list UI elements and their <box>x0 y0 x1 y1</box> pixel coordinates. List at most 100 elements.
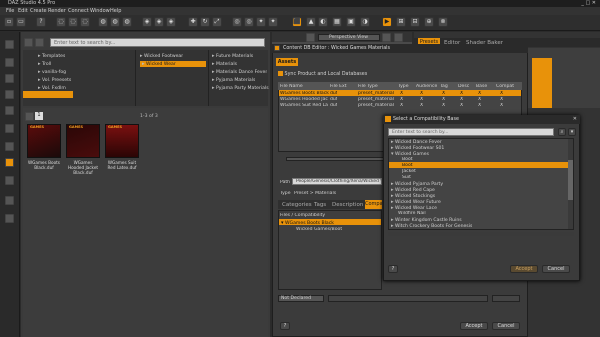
render-icon[interactable]: ▶ <box>382 17 392 27</box>
menu-item-render[interactable]: Render <box>48 8 66 14</box>
tool-icon[interactable]: ⊞ <box>396 17 406 27</box>
tree-scroll-thumb[interactable] <box>568 160 573 200</box>
editor-help-button[interactable]: ? <box>280 322 290 330</box>
tool-icon[interactable]: ◈ <box>166 17 176 27</box>
menu-item-edit[interactable]: Edit <box>18 8 28 14</box>
forward-icon[interactable] <box>34 38 44 47</box>
tool-icon[interactable]: ✚ <box>188 17 198 27</box>
folder-open-icon[interactable] <box>5 58 14 67</box>
back-icon[interactable] <box>24 38 33 47</box>
tool-icon[interactable]: ▲ <box>306 17 316 27</box>
folder-item[interactable]: ▸ Vol. Preesets <box>38 77 71 83</box>
file-compat-item[interactable]: Wicked Games/Boot <box>296 227 342 232</box>
column-header[interactable]: Type <box>398 84 409 89</box>
table-cell[interactable]: WGames Suit Red Latex <box>280 103 328 108</box>
folder-item-selected[interactable]: ▸ Wicked Wear <box>140 61 206 67</box>
open-icon[interactable]: ▭ <box>16 17 26 27</box>
folder-item[interactable]: ▸ Materials <box>212 61 237 67</box>
file-item[interactable]: ▾ WGames Boots Black <box>281 220 334 226</box>
column-header[interactable]: Compat <box>496 84 514 89</box>
folder-item[interactable]: ▸ Pyjama Materials <box>212 77 255 83</box>
type-value[interactable]: Preset > Materials <box>294 191 336 196</box>
pose-icon[interactable] <box>5 176 14 185</box>
folder-item[interactable]: ▸ Wicked Footwear <box>140 53 183 59</box>
tree-item[interactable]: ▸ Witch Crockery Boots For Genesis <box>391 223 472 229</box>
tool-icon[interactable]: ⤢ <box>212 17 222 27</box>
window-controls[interactable]: _ □ ✕ <box>581 0 596 6</box>
asset-tile[interactable]: GAMES WGames Boots Black.duf <box>27 124 61 174</box>
tab-assets[interactable]: Assets <box>276 58 298 66</box>
tool-icon[interactable]: ✦ <box>256 17 266 27</box>
figure-icon[interactable] <box>5 124 14 133</box>
page-number[interactable]: 1 <box>35 112 43 120</box>
column-header[interactable]: Desc <box>458 84 469 89</box>
help-icon[interactable]: ? <box>36 17 46 27</box>
tool-icon[interactable]: ⊗ <box>438 17 448 27</box>
active-tool-icon[interactable]: ⬛ <box>292 17 302 27</box>
tree-item[interactable]: Suit <box>402 175 411 180</box>
node-icon[interactable] <box>5 214 14 223</box>
editor-accept-button[interactable]: Accept <box>460 322 488 330</box>
tab-compatibility[interactable]: Compat <box>365 200 382 209</box>
table-cell[interactable]: WGames Hooded Jacket Black.duf <box>280 97 328 102</box>
declare-button[interactable] <box>492 295 520 302</box>
menu-item-connect[interactable]: Connect <box>68 8 89 14</box>
tool-icon[interactable]: ◍ <box>110 17 120 27</box>
tool-icon[interactable]: ◍ <box>122 17 132 27</box>
camera-icon[interactable] <box>5 142 14 151</box>
search-options-button[interactable]: ▾ <box>568 128 576 136</box>
sync-checkbox-row[interactable]: Sync Product and Local Databases <box>278 71 367 77</box>
folder-item[interactable]: ▸ Future Materials <box>212 53 253 59</box>
save-as-icon[interactable] <box>5 106 14 115</box>
tool-icon[interactable]: ◑ <box>360 17 370 27</box>
compat-cancel-button[interactable]: Cancel <box>542 265 570 273</box>
menu-item-help[interactable]: Help <box>110 8 121 14</box>
perspective-view-dropdown[interactable]: Perspective View <box>318 34 380 41</box>
tab-tags[interactable]: Tags <box>314 202 326 208</box>
tree-item-selected[interactable]: Boot <box>402 163 413 168</box>
path-field[interactable]: People/Genesis/Clothing/Xena/Wicked We <box>292 178 382 185</box>
search-menu-button[interactable]: ⌕ <box>558 128 566 136</box>
nav-arrow-icon[interactable] <box>25 112 34 121</box>
tree-h-scrollbar[interactable] <box>388 232 574 236</box>
compat-accept-button[interactable]: Accept <box>510 265 538 273</box>
menu-item-create[interactable]: Create <box>30 8 47 14</box>
asset-tile[interactable]: GAMES WGames Hooded Jacket Black.duf <box>66 124 100 175</box>
new-icon[interactable]: ▫ <box>4 17 14 27</box>
tool-icon[interactable]: ✦ <box>268 17 278 27</box>
tool-icon[interactable]: ↻ <box>200 17 210 27</box>
library-search-input[interactable]: Enter text to search by... <box>50 38 265 47</box>
compat-search-input[interactable]: Enter text to search by... <box>388 128 554 136</box>
tool-icon[interactable]: ▣ <box>346 17 356 27</box>
tool-icon[interactable]: ◌ <box>56 17 66 27</box>
shape-icon[interactable] <box>5 196 14 205</box>
column-header[interactable]: File Type <box>358 84 378 89</box>
column-header[interactable]: Audience <box>416 84 437 89</box>
column-header[interactable]: File Name <box>280 84 303 89</box>
tree-row-selected[interactable] <box>389 162 568 168</box>
column-header[interactable]: Base <box>476 84 487 89</box>
light-icon[interactable] <box>5 158 14 167</box>
folder-item[interactable]: ▸ Materials Dance Fever <box>212 69 267 75</box>
tool-icon[interactable]: ◌ <box>68 17 78 27</box>
menu-item-file[interactable]: File <box>6 8 14 14</box>
column-header[interactable]: File Ext <box>330 84 347 89</box>
save-icon[interactable] <box>5 90 14 99</box>
asset-tile[interactable]: GAMES WGames Suit Red Latex.duf <box>105 124 139 174</box>
tab-description[interactable]: Description <box>332 202 363 208</box>
tool-icon[interactable]: ◎ <box>244 17 254 27</box>
tool-icon[interactable]: ◌ <box>80 17 90 27</box>
view-option-icon[interactable] <box>382 33 391 42</box>
compat-help-button[interactable]: ? <box>388 265 398 273</box>
menu-item-window[interactable]: Window <box>90 8 110 14</box>
tool-icon[interactable]: ⊟ <box>410 17 420 27</box>
view-option-icon[interactable] <box>394 33 403 42</box>
not-declared-dropdown[interactable]: Not Declared <box>278 295 324 302</box>
import-icon[interactable] <box>5 74 14 83</box>
editor-cancel-button[interactable]: Cancel <box>492 322 520 330</box>
tree-item[interactable]: Boot <box>402 157 413 162</box>
column-header[interactable]: Tag <box>440 84 448 89</box>
folder-item[interactable]: ▸ Pyjama Party Materials <box>212 85 269 91</box>
tool-icon[interactable]: ◐ <box>318 17 328 27</box>
tree-item[interactable]: Wildfire Nail <box>398 211 426 216</box>
